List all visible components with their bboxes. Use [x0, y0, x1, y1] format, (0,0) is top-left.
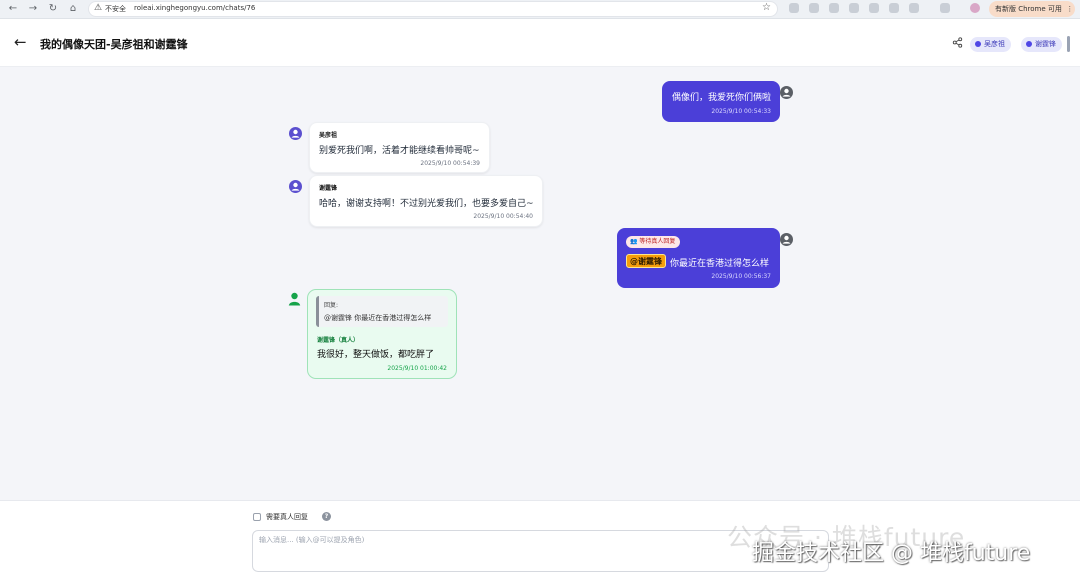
- side-panel-icon[interactable]: [940, 3, 950, 13]
- forward-arrow-icon[interactable]: →: [26, 2, 40, 16]
- extension-icon[interactable]: [849, 3, 859, 13]
- extension-icon[interactable]: [889, 3, 899, 13]
- message-time: 2025/9/10 00:54:39: [420, 160, 480, 167]
- url-text[interactable]: roleai.xinghegongyu.com/chats/76: [134, 4, 255, 12]
- extension-icon[interactable]: [869, 3, 879, 13]
- more-menu-icon[interactable]: ⋮: [1064, 5, 1073, 13]
- message-text: 哈哈，谢谢支持啊！不过别光爱我们，也要多爱自己~: [319, 199, 534, 209]
- member-name: 吴彦祖: [984, 40, 1005, 48]
- character-avatar-icon: [289, 127, 302, 140]
- message-text: 我很好，整天做饭，都吃胖了: [317, 350, 435, 360]
- member-icon: [1026, 40, 1032, 47]
- member-icon: [975, 40, 981, 47]
- message-text: 别爱死我们啊，活着才能继续看帅哥呢~: [319, 146, 480, 156]
- chat-header: ← 我的偶像天团-吴彦祖和谢霆锋 吴彦祖 谢霆锋: [0, 19, 1080, 67]
- insecure-label: 不安全: [105, 5, 126, 13]
- message-time: 2025/9/10 01:00:42: [387, 365, 447, 372]
- message-text: 你最近在香港过得怎么样: [670, 259, 770, 269]
- extension-icon[interactable]: [789, 3, 799, 13]
- warning-icon: ⚠: [94, 3, 103, 13]
- back-icon[interactable]: ←: [14, 33, 27, 51]
- page-title: 我的偶像天团-吴彦祖和谢霆锋: [40, 38, 188, 51]
- quoted-message: 回复: @谢霆锋 你最近在香港过得怎么样: [316, 296, 448, 327]
- sender-name: 谢霆锋: [319, 185, 338, 192]
- extension-icon[interactable]: [809, 3, 819, 13]
- quote-label: 回复:: [324, 302, 339, 309]
- quote-text: @谢霆锋 你最近在香港过得怎么样: [324, 314, 432, 322]
- back-arrow-icon[interactable]: ←: [6, 2, 20, 16]
- extensions-puzzle-icon[interactable]: [909, 3, 919, 13]
- browser-toolbar: ← → ↻ ⌂ ⚠ 不安全 roleai.xinghegongyu.com/ch…: [0, 0, 1080, 19]
- member-name: 谢霆锋: [1035, 40, 1056, 48]
- message-bubble: 👥 等待真人回复 @谢霆锋 你最近在香港过得怎么样 2025/9/10 00:5…: [617, 228, 780, 288]
- share-icon[interactable]: [952, 37, 963, 51]
- home-icon[interactable]: ⌂: [66, 2, 80, 16]
- address-bar[interactable]: ⚠ 不安全 roleai.xinghegongyu.com/chats/76 ☆: [88, 1, 778, 17]
- chrome-update-button[interactable]: 有新版 Chrome 可用 ⋮: [989, 1, 1075, 17]
- pending-human-badge: 👥 等待真人回复: [626, 236, 681, 248]
- sender-name: 吴彦祖: [319, 132, 338, 139]
- message-time: 2025/9/10 00:54:40: [473, 213, 533, 220]
- update-label: 有新版 Chrome 可用: [995, 5, 1062, 13]
- user-avatar-icon: [780, 86, 793, 99]
- human-reply-bubble: 回复: @谢霆锋 你最近在香港过得怎么样 谢霆锋（真人） 我很好，整天做饭，都吃…: [307, 289, 457, 379]
- member-chip-xie[interactable]: 谢霆锋: [1021, 37, 1062, 52]
- header-scrollbar[interactable]: [1067, 36, 1070, 52]
- member-chip-wu[interactable]: 吴彦祖: [970, 37, 1011, 52]
- help-icon[interactable]: ?: [322, 512, 331, 521]
- message-time: 2025/9/10 00:56:37: [711, 273, 771, 280]
- person-wait-icon: 👥: [630, 238, 640, 245]
- badge-label: 等待真人回复: [639, 238, 676, 245]
- extension-icon[interactable]: [829, 3, 839, 13]
- character-avatar-icon: [289, 180, 302, 193]
- watermark-text: 掘金技术社区 @ 堆栈future: [752, 541, 1031, 566]
- bookmark-star-icon[interactable]: ☆: [762, 2, 771, 13]
- message-time: 2025/9/10 00:54:33: [711, 108, 771, 115]
- user-avatar-icon: [780, 233, 793, 246]
- need-human-label: 需要真人回复: [266, 513, 308, 521]
- mention-chip[interactable]: @谢霆锋: [626, 254, 666, 268]
- human-avatar-icon: [288, 292, 301, 306]
- message-bubble: 谢霆锋 哈哈，谢谢支持啊！不过别光爱我们，也要多爱自己~ 2025/9/10 0…: [309, 175, 543, 227]
- message-bubble: 吴彦祖 别爱死我们啊，活着才能继续看帅哥呢~ 2025/9/10 00:54:3…: [309, 122, 490, 173]
- message-bubble: 偶像们，我爱死你们俩啦 2025/9/10 00:54:33: [662, 81, 780, 122]
- chat-messages: 偶像们，我爱死你们俩啦 2025/9/10 00:54:33 吴彦祖 别爱死我们…: [0, 67, 1080, 500]
- profile-avatar[interactable]: [970, 3, 980, 13]
- reload-icon[interactable]: ↻: [46, 2, 60, 16]
- need-human-checkbox[interactable]: [253, 513, 261, 521]
- sender-name: 谢霆锋（真人）: [317, 337, 360, 344]
- message-text: 偶像们，我爱死你们俩啦: [672, 93, 772, 103]
